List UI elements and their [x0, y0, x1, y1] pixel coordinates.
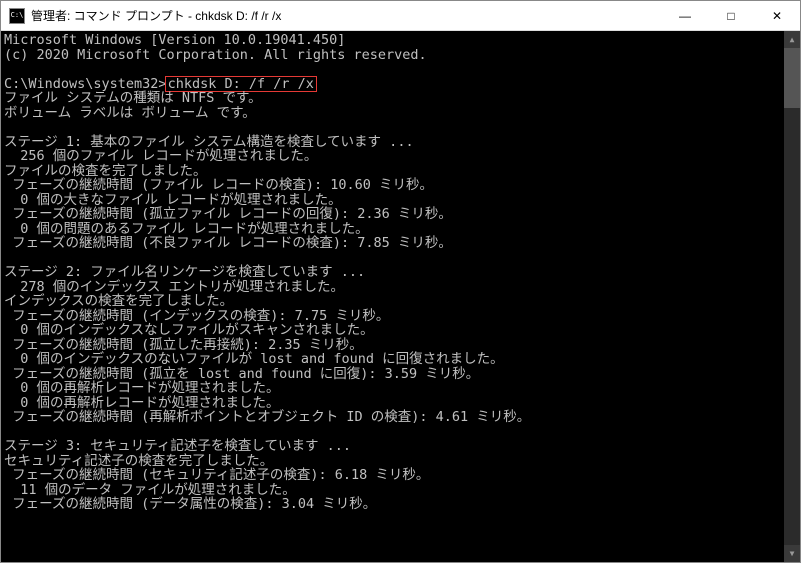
- terminal-output[interactable]: Microsoft Windows [Version 10.0.19041.45…: [1, 31, 800, 562]
- vertical-scrollbar[interactable]: ▲ ▼: [784, 31, 800, 562]
- window-frame: C:\ 管理者: コマンド プロンプト - chkdsk D: /f /r /x…: [0, 0, 801, 563]
- scroll-up-button[interactable]: ▲: [784, 31, 800, 48]
- scroll-thumb[interactable]: [784, 48, 800, 108]
- close-button[interactable]: ✕: [754, 1, 800, 31]
- scroll-track[interactable]: [784, 48, 800, 545]
- highlighted-command: chkdsk D: /f /r /x: [165, 76, 317, 93]
- window-title: 管理者: コマンド プロンプト - chkdsk D: /f /r /x: [31, 7, 662, 24]
- app-icon: C:\: [9, 8, 25, 24]
- titlebar[interactable]: C:\ 管理者: コマンド プロンプト - chkdsk D: /f /r /x…: [1, 1, 800, 31]
- scroll-down-button[interactable]: ▼: [784, 545, 800, 562]
- minimize-button[interactable]: —: [662, 1, 708, 31]
- maximize-button[interactable]: □: [708, 1, 754, 31]
